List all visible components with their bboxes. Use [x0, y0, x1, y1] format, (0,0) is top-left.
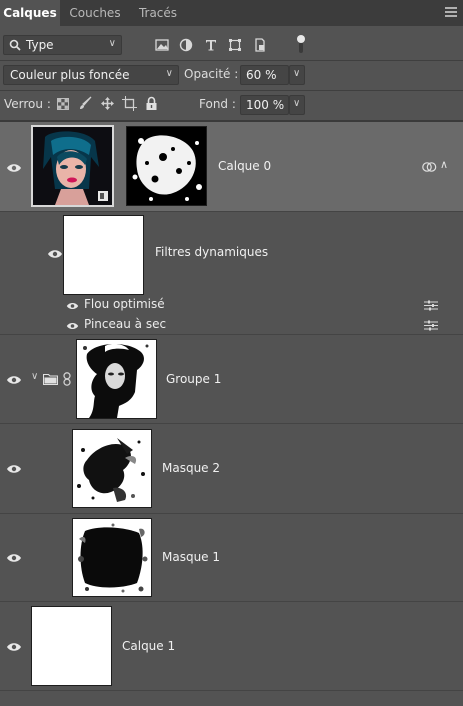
eye-icon[interactable]	[6, 162, 22, 174]
tab-couches[interactable]: Couches	[62, 0, 128, 26]
smart-filter-mask-thumbnail[interactable]	[63, 215, 144, 295]
layer-name[interactable]: Calque 0	[218, 159, 271, 173]
lock-position-icon[interactable]	[100, 96, 115, 111]
splatter-mask-image	[127, 127, 206, 205]
eye-icon[interactable]	[6, 641, 22, 653]
eye-icon[interactable]	[6, 374, 22, 386]
image-filter-icon[interactable]	[154, 37, 170, 53]
eye-icon[interactable]	[47, 248, 63, 260]
filter-options-icon[interactable]	[424, 300, 438, 311]
divider	[0, 423, 463, 424]
divider	[0, 60, 463, 61]
filter-toggle-icon[interactable]	[296, 34, 306, 54]
layer-thumbnail[interactable]	[72, 518, 152, 597]
eye-icon[interactable]	[66, 301, 79, 311]
layer-mask-thumbnail[interactable]	[126, 126, 207, 206]
chevron-down-icon: ∨	[293, 68, 301, 79]
grunge-mask-image	[73, 519, 151, 596]
divider	[0, 601, 463, 602]
fill-input[interactable]: 100 %	[240, 95, 289, 115]
silhouette-mask-image	[77, 340, 156, 418]
opacity-value: 60 %	[246, 68, 277, 82]
lock-transparent-pixels-icon[interactable]	[57, 98, 69, 110]
tab-calques[interactable]: Calques	[0, 0, 60, 26]
portrait-thumbnail-image	[33, 127, 112, 205]
group-mask-thumbnail[interactable]	[76, 339, 157, 419]
layer-name[interactable]: Calque 1	[122, 639, 175, 653]
lock-image-pixels-icon[interactable]	[78, 96, 93, 111]
smart-object-filter-icon[interactable]	[252, 37, 268, 53]
lock-artboard-icon[interactable]	[122, 96, 137, 111]
fill-value: 100 %	[246, 98, 285, 112]
layer-name[interactable]: Masque 1	[162, 550, 220, 564]
divider	[0, 334, 463, 335]
blend-mode-value: Couleur plus foncée	[10, 68, 130, 82]
layer-thumbnail[interactable]	[31, 125, 114, 207]
layer-name[interactable]: Masque 2	[162, 461, 220, 475]
lock-all-icon[interactable]	[145, 96, 158, 111]
fill-label: Fond :	[199, 97, 236, 111]
type-filter-icon[interactable]	[203, 37, 219, 53]
eye-icon[interactable]	[6, 552, 22, 564]
divider	[0, 90, 463, 91]
chevron-down-icon: ∨	[108, 38, 116, 49]
chevron-down-icon: ∨	[293, 98, 301, 109]
divider	[0, 513, 463, 514]
blend-mode-select[interactable]: Couleur plus foncée ∨	[3, 65, 179, 85]
smart-filters-label[interactable]: Filtres dynamiques	[155, 245, 268, 259]
lock-label: Verrou :	[4, 97, 51, 111]
layer-name[interactable]: Groupe 1	[166, 372, 221, 386]
panel-menu-icon[interactable]	[445, 7, 457, 17]
folder-icon	[43, 373, 58, 385]
opacity-input[interactable]: 60 %	[240, 65, 289, 85]
filter-kind-value: Type	[26, 38, 54, 52]
opacity-dropdown-button[interactable]: ∨	[289, 65, 305, 85]
chevron-up-icon[interactable]: ∧	[440, 158, 448, 171]
eye-icon[interactable]	[6, 463, 22, 475]
search-icon	[9, 39, 21, 51]
brush-splatter-image	[73, 430, 151, 507]
link-chain-icon[interactable]	[63, 372, 71, 386]
opacity-label: Opacité :	[184, 67, 239, 81]
tab-traces[interactable]: Tracés	[130, 0, 186, 26]
layer-thumbnail[interactable]	[31, 606, 112, 686]
eye-icon[interactable]	[66, 321, 79, 331]
panel-tab-bar: Calques Couches Tracés	[0, 0, 463, 26]
group-expand-chevron-icon[interactable]: ∨	[31, 371, 38, 382]
filter-options-icon[interactable]	[424, 320, 438, 331]
shape-filter-icon[interactable]	[227, 37, 243, 53]
smart-filters-indicator-icon	[422, 162, 437, 172]
filter-item-label[interactable]: Pinceau à sec	[84, 317, 166, 331]
filter-item-label[interactable]: Flou optimisé	[84, 297, 165, 311]
fill-dropdown-button[interactable]: ∨	[289, 95, 305, 115]
divider	[0, 211, 463, 212]
adjustment-filter-icon[interactable]	[178, 37, 194, 53]
layer-thumbnail[interactable]	[72, 429, 152, 508]
filter-kind-select[interactable]: Type ∨	[3, 35, 122, 55]
divider	[0, 690, 463, 691]
chevron-down-icon: ∨	[165, 68, 173, 79]
